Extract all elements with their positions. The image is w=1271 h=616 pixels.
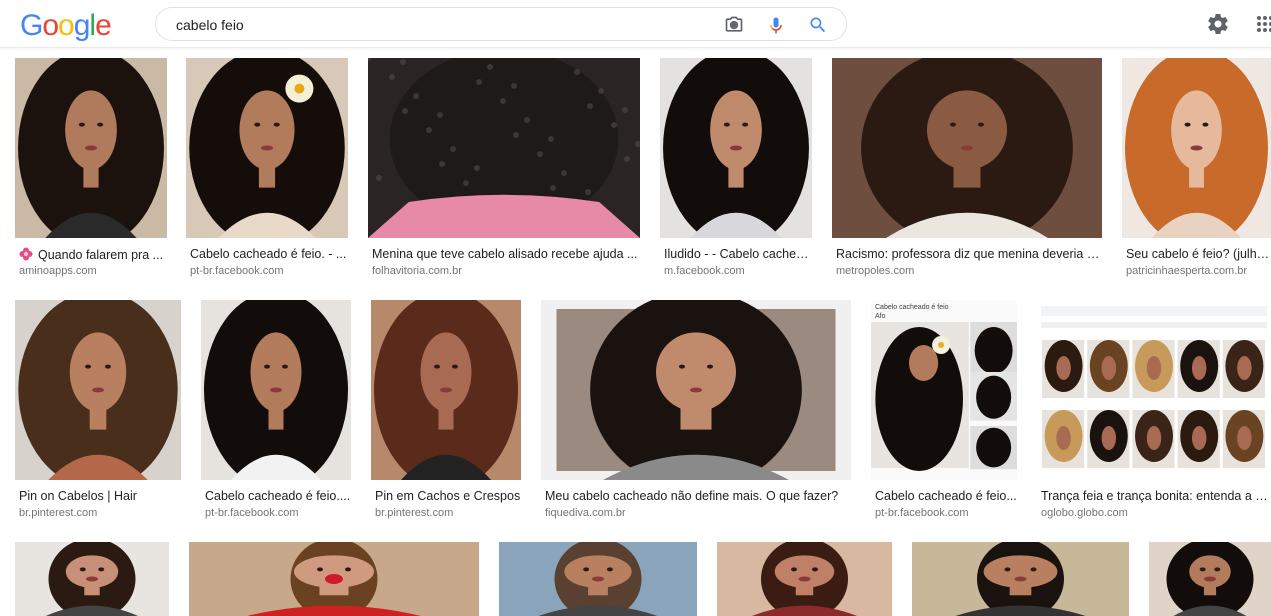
top-bar: Google xyxy=(0,0,1271,48)
result-thumbnail[interactable] xyxy=(832,58,1102,238)
result-title-text: Trança feia e trança bonita: entenda a p… xyxy=(1041,489,1271,503)
result-source[interactable]: br.pinterest.com xyxy=(375,507,521,519)
collage-label: Afo xyxy=(875,313,886,320)
camera-icon[interactable] xyxy=(724,15,744,35)
result-thumbnail[interactable] xyxy=(371,300,521,480)
result-thumbnail[interactable] xyxy=(871,300,1017,480)
logo-letter: G xyxy=(20,9,43,42)
result-title-text: Pin on Cabelos | Hair xyxy=(19,489,137,503)
result-title[interactable]: Cabelo cacheado é feio. - ... xyxy=(190,247,348,261)
result-title[interactable]: Iludido - - Cabelo cacheado é feio xyxy=(664,247,812,261)
search-box[interactable] xyxy=(155,7,847,41)
result-title[interactable]: Cabelo cacheado é feio.... xyxy=(205,489,351,503)
result-source[interactable]: aminoapps.com xyxy=(19,265,167,277)
apps-grid-icon[interactable] xyxy=(1253,12,1271,36)
settings-gear-icon[interactable] xyxy=(1206,12,1230,36)
result-title-text: Menina que teve cabelo alisado recebe aj… xyxy=(372,247,638,261)
result-thumbnail[interactable] xyxy=(717,542,892,616)
result-title[interactable]: Cabelo cacheado é feio... xyxy=(875,489,1017,503)
google-logo[interactable]: Google xyxy=(20,8,112,44)
result-thumbnail[interactable] xyxy=(1149,542,1271,616)
result-title-text: Seu cabelo é feio? (julho 2 xyxy=(1126,247,1271,261)
search-input[interactable] xyxy=(176,16,716,34)
logo-letter: o xyxy=(58,9,75,42)
result-title[interactable]: Pin on Cabelos | Hair xyxy=(19,489,181,503)
logo-letter: e xyxy=(95,9,112,42)
result-thumbnail[interactable] xyxy=(541,300,851,480)
result-thumbnail[interactable] xyxy=(1037,300,1271,480)
result-title[interactable]: Menina que teve cabelo alisado recebe aj… xyxy=(372,247,640,261)
logo-letter: o xyxy=(42,9,59,42)
search-icon[interactable] xyxy=(808,15,828,35)
result-title[interactable]: Trança feia e trança bonita: entenda a p… xyxy=(1041,489,1271,503)
result-title[interactable]: Pin em Cachos e Crespos xyxy=(375,489,521,503)
result-source[interactable]: metropoles.com xyxy=(836,265,1102,277)
result-title-text: Racismo: professora diz que menina dever… xyxy=(836,247,1102,261)
result-thumbnail[interactable] xyxy=(186,58,348,238)
flower-emoji-icon xyxy=(19,247,33,261)
result-thumbnail[interactable] xyxy=(15,542,169,616)
result-title[interactable]: Quando falarem pra ... xyxy=(19,247,167,262)
result-thumbnail[interactable] xyxy=(15,58,167,238)
result-title-text: Meu cabelo cacheado não define mais. O q… xyxy=(545,489,839,503)
result-title[interactable]: Racismo: professora diz que menina dever… xyxy=(836,247,1102,261)
result-source[interactable]: pt-br.facebook.com xyxy=(190,265,348,277)
result-thumbnail[interactable] xyxy=(368,58,640,238)
result-thumbnail[interactable] xyxy=(499,542,697,616)
result-source[interactable]: pt-br.facebook.com xyxy=(875,507,1017,519)
result-title-text: Pin em Cachos e Crespos xyxy=(375,489,521,503)
result-source[interactable]: fiquediva.com.br xyxy=(545,507,851,519)
microphone-icon[interactable] xyxy=(766,15,786,35)
result-thumbnail[interactable] xyxy=(912,542,1129,616)
result-source[interactable]: patricinhaesperta.com.br xyxy=(1126,265,1271,277)
collage-label: Cabelo cacheado é feio xyxy=(875,304,949,311)
result-title[interactable]: Seu cabelo é feio? (julho 2 xyxy=(1126,247,1271,261)
result-thumbnail[interactable] xyxy=(189,542,479,616)
result-thumbnail[interactable] xyxy=(660,58,812,238)
result-title-text: Quando falarem pra ... xyxy=(38,248,164,262)
result-source[interactable]: pt-br.facebook.com xyxy=(205,507,351,519)
result-source[interactable]: folhavitoria.com.br xyxy=(372,265,640,277)
result-thumbnail[interactable] xyxy=(201,300,351,480)
result-source[interactable]: br.pinterest.com xyxy=(19,507,181,519)
result-title-text: Iludido - - Cabelo cacheado é feio xyxy=(664,247,812,261)
logo-letter: g xyxy=(73,9,91,42)
result-title[interactable]: Meu cabelo cacheado não define mais. O q… xyxy=(545,489,851,503)
result-title-text: Cabelo cacheado é feio. - ... xyxy=(190,247,347,261)
result-title-text: Cabelo cacheado é feio.... xyxy=(205,489,351,503)
result-title-text: Cabelo cacheado é feio... xyxy=(875,489,1017,503)
result-source[interactable]: m.facebook.com xyxy=(664,265,812,277)
result-thumbnail[interactable] xyxy=(1122,58,1271,238)
result-source[interactable]: oglobo.globo.com xyxy=(1041,507,1271,519)
result-thumbnail[interactable] xyxy=(15,300,181,480)
